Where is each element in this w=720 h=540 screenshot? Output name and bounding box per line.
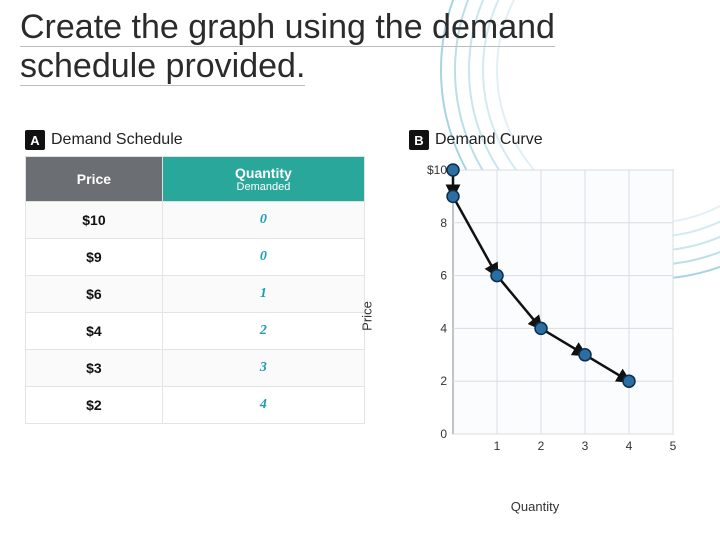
svg-text:4: 4 bbox=[440, 321, 447, 335]
table-row: $42 bbox=[26, 313, 365, 350]
svg-text:5: 5 bbox=[670, 439, 677, 453]
price-cell: $2 bbox=[26, 387, 163, 424]
svg-text:8: 8 bbox=[440, 216, 447, 230]
x-axis-label: Quantity bbox=[511, 499, 559, 514]
panel-a-badge: A bbox=[25, 130, 45, 150]
svg-text:3: 3 bbox=[582, 439, 589, 453]
svg-text:6: 6 bbox=[440, 269, 447, 283]
svg-text:$10: $10 bbox=[427, 163, 447, 177]
title-line-2: schedule provided. bbox=[20, 47, 305, 86]
svg-text:1: 1 bbox=[494, 439, 501, 453]
svg-text:0: 0 bbox=[440, 427, 447, 441]
table-row: $100 bbox=[26, 202, 365, 239]
qty-cell: 0 bbox=[162, 202, 364, 239]
chart-area: Price 02468$1012345 Quantity bbox=[385, 156, 685, 476]
demand-schedule-table: Price Quantity Demanded $100$90$61$42$33… bbox=[25, 156, 365, 424]
col-price-header: Price bbox=[26, 157, 163, 202]
demand-curve-chart: 0 2 4 6 8 $10 1 2 3 4 5 bbox=[423, 162, 685, 462]
svg-text:4: 4 bbox=[626, 439, 633, 453]
panel-b: B Demand Curve Price 02468$1012345 Quant… bbox=[385, 130, 695, 520]
qty-cell: 3 bbox=[162, 350, 364, 387]
price-cell: $3 bbox=[26, 350, 163, 387]
table-row: $90 bbox=[26, 239, 365, 276]
qty-cell: 4 bbox=[162, 387, 364, 424]
qty-cell: 2 bbox=[162, 313, 364, 350]
table-row: $61 bbox=[26, 276, 365, 313]
qty-cell: 0 bbox=[162, 239, 364, 276]
price-cell: $9 bbox=[26, 239, 163, 276]
price-cell: $6 bbox=[26, 276, 163, 313]
qty-cell: 1 bbox=[162, 276, 364, 313]
title-line-1: Create the graph using the demand bbox=[20, 8, 555, 47]
col-qty-header: Quantity Demanded bbox=[162, 157, 364, 202]
svg-text:2: 2 bbox=[440, 374, 447, 388]
qty-header-line2: Demanded bbox=[169, 181, 358, 193]
panel-a-header: A Demand Schedule bbox=[25, 130, 365, 150]
panel-b-header: B Demand Curve bbox=[409, 130, 695, 150]
page-title: Create the graph using the demand schedu… bbox=[20, 8, 700, 86]
panel-b-title: Demand Curve bbox=[435, 131, 543, 149]
panel-b-badge: B bbox=[409, 130, 429, 150]
panel-a-title: Demand Schedule bbox=[51, 131, 183, 149]
svg-text:2: 2 bbox=[538, 439, 545, 453]
qty-header-line1: Quantity bbox=[235, 165, 292, 181]
price-cell: $4 bbox=[26, 313, 163, 350]
price-cell: $10 bbox=[26, 202, 163, 239]
table-row: $24 bbox=[26, 387, 365, 424]
y-axis-label: Price bbox=[360, 301, 375, 331]
table-row: $33 bbox=[26, 350, 365, 387]
panel-a: A Demand Schedule Price Quantity Demande… bbox=[25, 130, 365, 520]
